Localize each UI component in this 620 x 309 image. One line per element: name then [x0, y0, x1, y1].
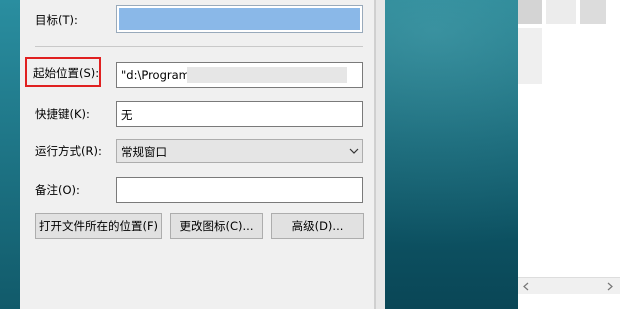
run-value: 常规窗口 — [121, 145, 167, 159]
target-field[interactable] — [116, 5, 363, 33]
blurred-tile — [518, 28, 542, 84]
chevron-left-icon[interactable] — [522, 282, 530, 291]
desktop-left-strip — [0, 0, 20, 309]
shortcut-key-label: 快捷键(K): — [35, 107, 90, 121]
advanced-button[interactable]: 高级(D)... — [271, 213, 364, 239]
chevron-down-icon — [349, 148, 359, 154]
run-select[interactable]: 常规窗口 — [116, 139, 363, 163]
redacted-text — [187, 67, 347, 83]
change-icon-button[interactable]: 更改图标(C)... — [170, 213, 263, 239]
horizontal-scrollbar[interactable] — [518, 277, 620, 294]
start-in-value: "d:\Program — [121, 68, 190, 82]
comment-field[interactable] — [116, 177, 363, 203]
target-label: 目标(T): — [35, 13, 78, 27]
run-label: 运行方式(R): — [35, 144, 102, 158]
blurred-tile — [518, 0, 542, 24]
chevron-right-icon[interactable] — [606, 282, 614, 291]
start-in-label: 起始位置(S): — [33, 66, 100, 80]
blurred-tile — [546, 0, 576, 24]
comment-label: 备注(O): — [35, 183, 80, 197]
shortcut-key-field[interactable]: 无 — [116, 101, 363, 127]
target-selection — [119, 8, 360, 30]
background-window — [518, 0, 620, 309]
blurred-tile — [580, 0, 606, 24]
separator — [35, 46, 363, 47]
start-in-field[interactable]: "d:\Program — [116, 62, 363, 88]
open-file-location-button[interactable]: 打开文件所在的位置(F) — [35, 213, 162, 239]
dialog-border — [375, 0, 385, 309]
shortcut-key-value: 无 — [121, 108, 133, 122]
